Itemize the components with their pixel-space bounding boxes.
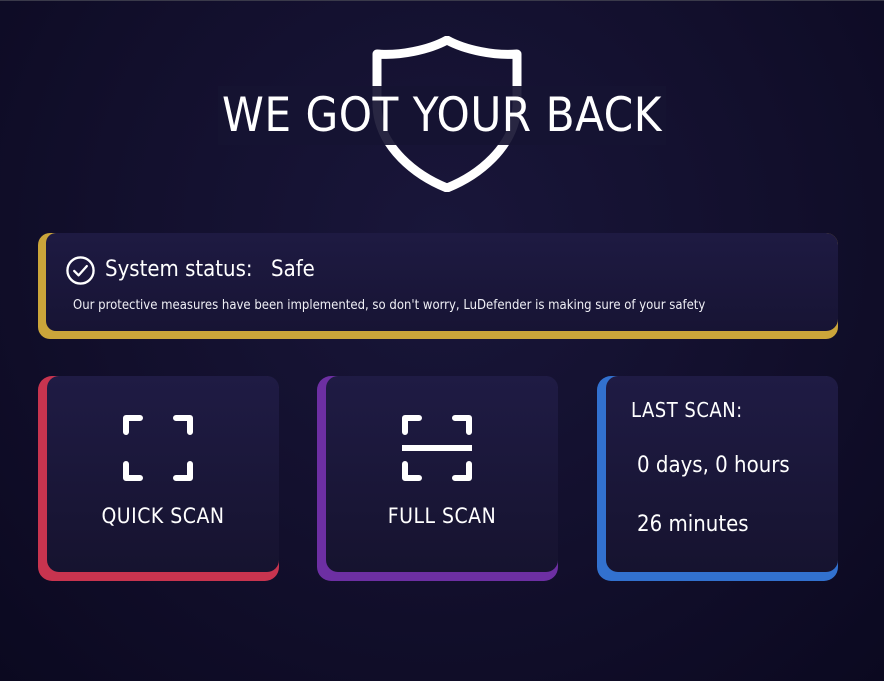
window-top-border bbox=[0, 0, 884, 1]
quick-scan-button[interactable]: QUICK SCAN bbox=[38, 376, 279, 581]
status-description: Our protective measures have been implem… bbox=[73, 298, 706, 313]
last-scan-minutes: 26 minutes bbox=[637, 512, 749, 537]
system-status-panel: System status: Safe Our protective measu… bbox=[46, 233, 838, 331]
hero-header: WE GOT YOUR BACK bbox=[0, 30, 884, 200]
status-value: Safe bbox=[271, 257, 315, 282]
scan-frame-line-icon bbox=[402, 415, 472, 481]
system-status-card: System status: Safe Our protective measu… bbox=[38, 233, 838, 339]
check-circle-icon bbox=[66, 256, 95, 285]
full-scan-panel[interactable]: FULL SCAN bbox=[326, 376, 558, 572]
last-scan-card: LAST SCAN: 0 days, 0 hours 26 minutes bbox=[597, 376, 838, 581]
status-label: System status: bbox=[105, 257, 253, 282]
scan-frame-icon bbox=[123, 415, 193, 481]
full-scan-label: FULL SCAN bbox=[387, 504, 497, 528]
last-scan-panel: LAST SCAN: 0 days, 0 hours 26 minutes bbox=[606, 376, 838, 572]
quick-scan-label: QUICK SCAN bbox=[101, 504, 225, 528]
last-scan-title: LAST SCAN: bbox=[631, 398, 743, 422]
hero-title: WE GOT YOUR BACK bbox=[0, 86, 884, 145]
last-scan-days-hours: 0 days, 0 hours bbox=[637, 453, 790, 478]
quick-scan-panel[interactable]: QUICK SCAN bbox=[47, 376, 279, 572]
full-scan-button[interactable]: FULL SCAN bbox=[317, 376, 558, 581]
hero-title-text: WE GOT YOUR BACK bbox=[218, 86, 666, 145]
